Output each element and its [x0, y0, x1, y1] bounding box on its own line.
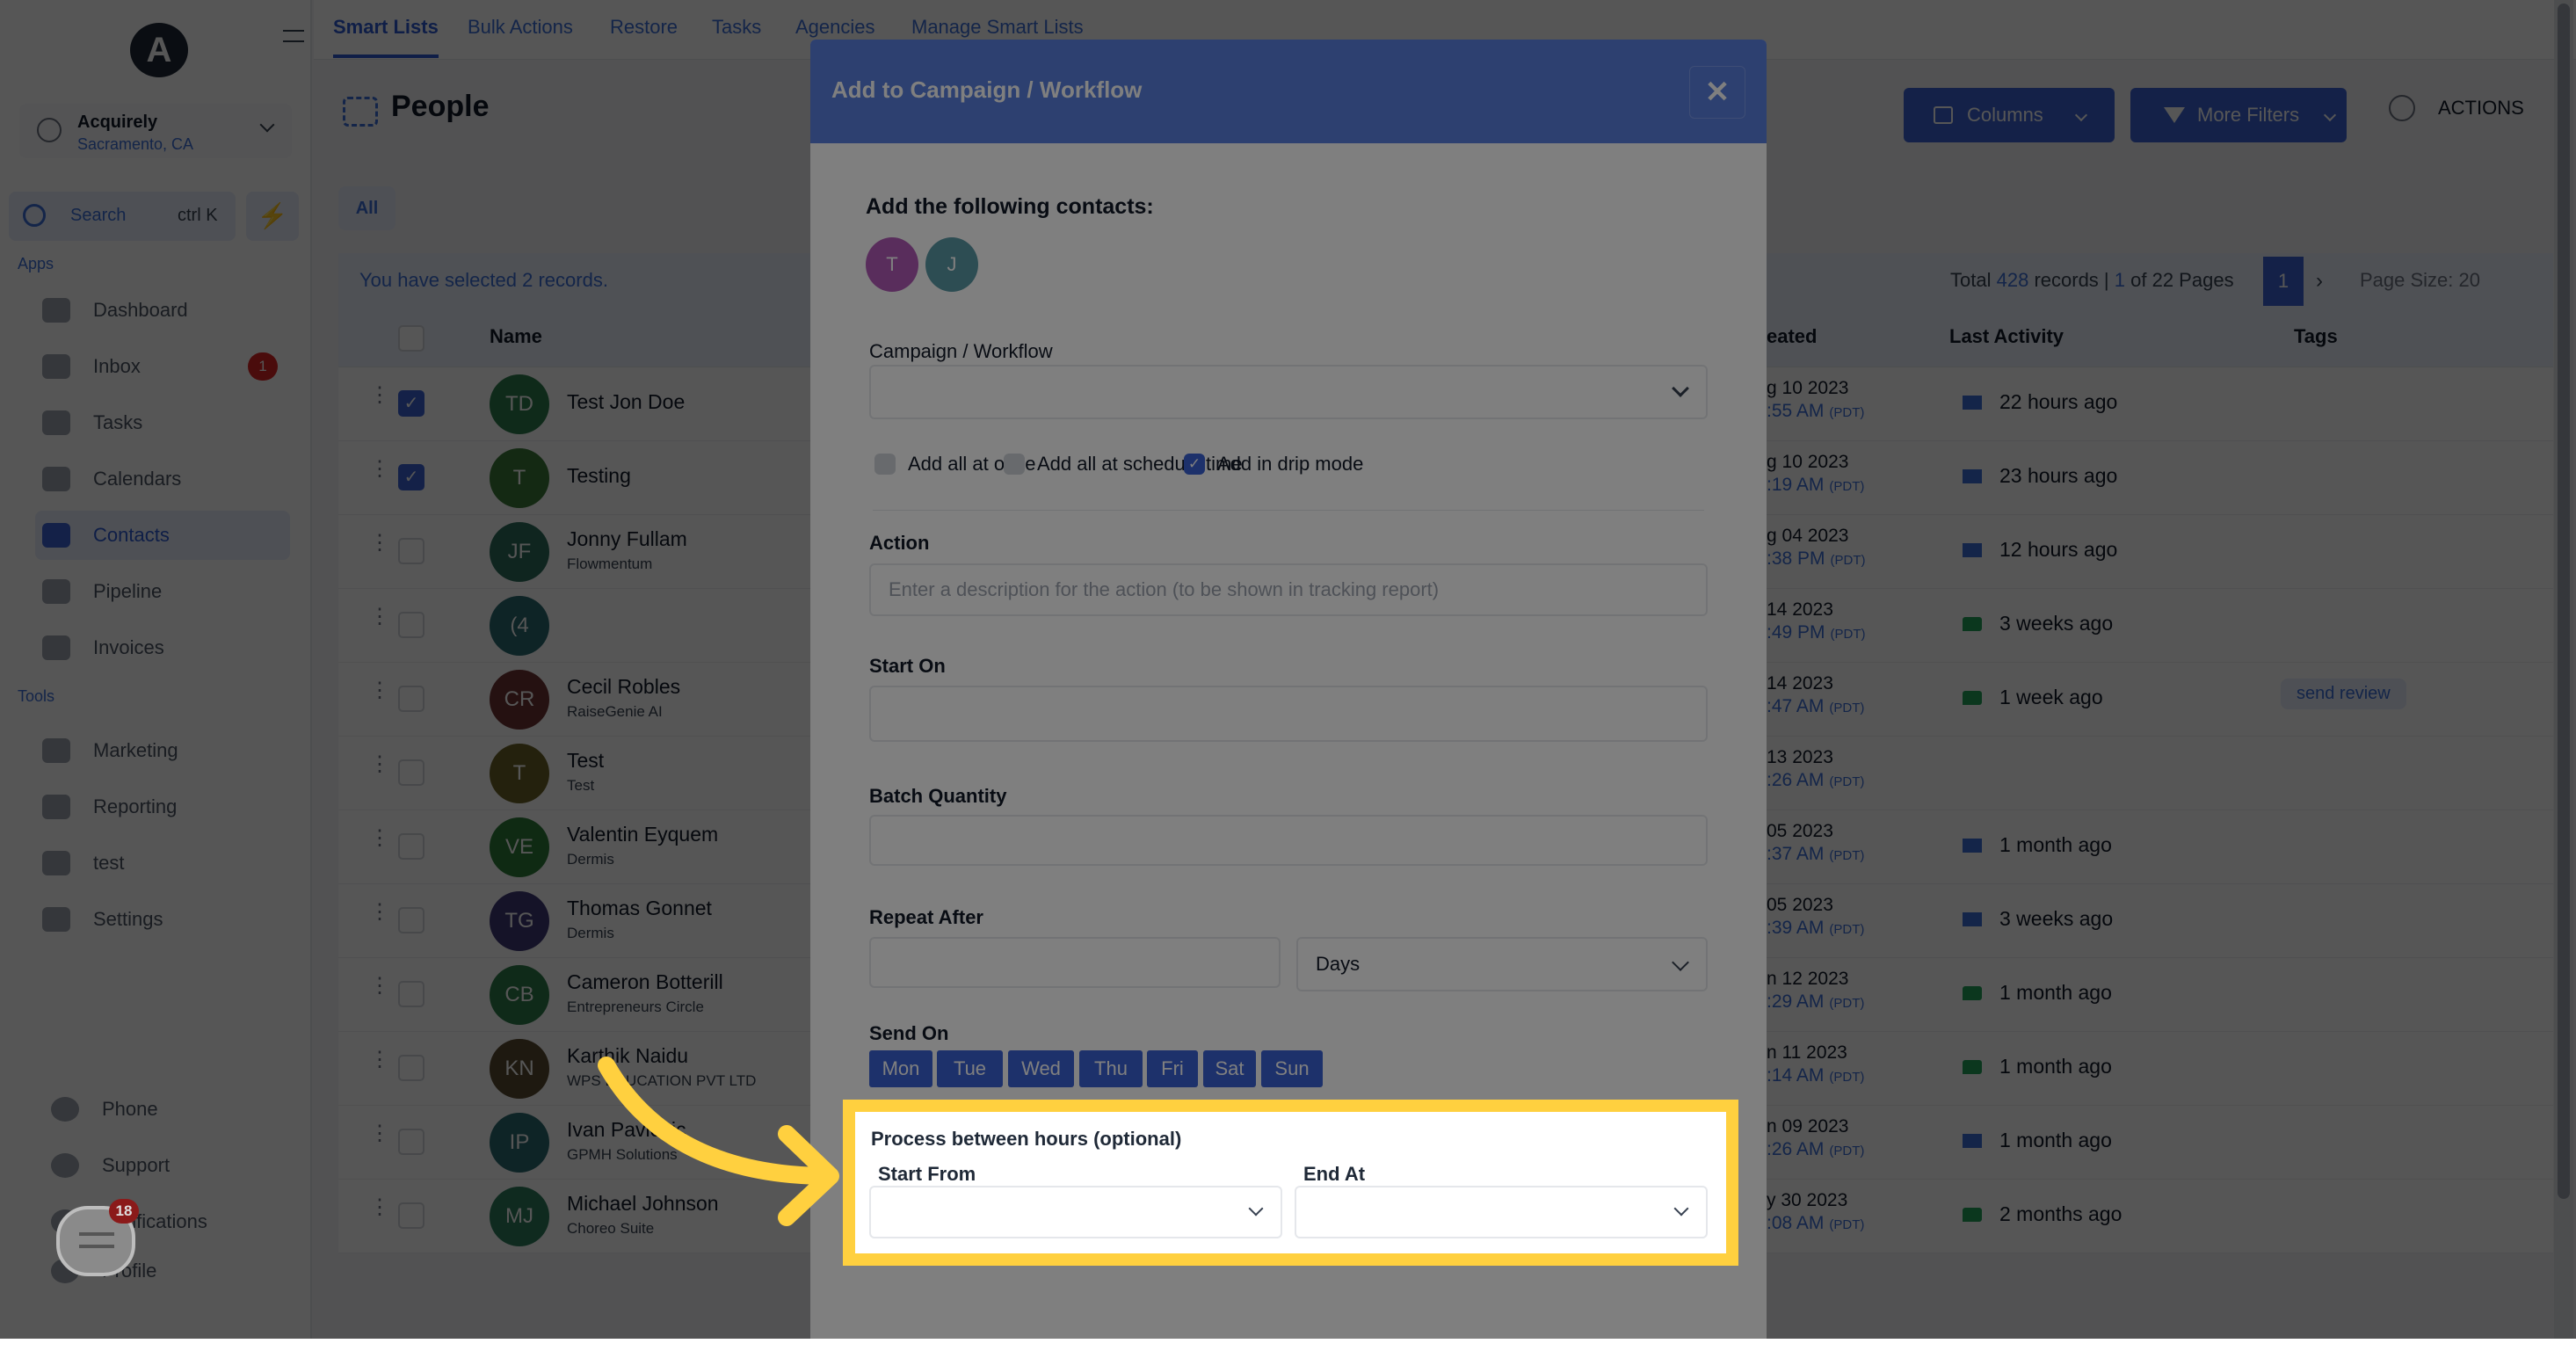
chat-badge: 18 [109, 1199, 139, 1224]
chat-widget-button[interactable]: 18 [56, 1206, 135, 1276]
tutorial-arrow-icon [0, 0, 2576, 1339]
chat-icon [79, 1232, 114, 1248]
